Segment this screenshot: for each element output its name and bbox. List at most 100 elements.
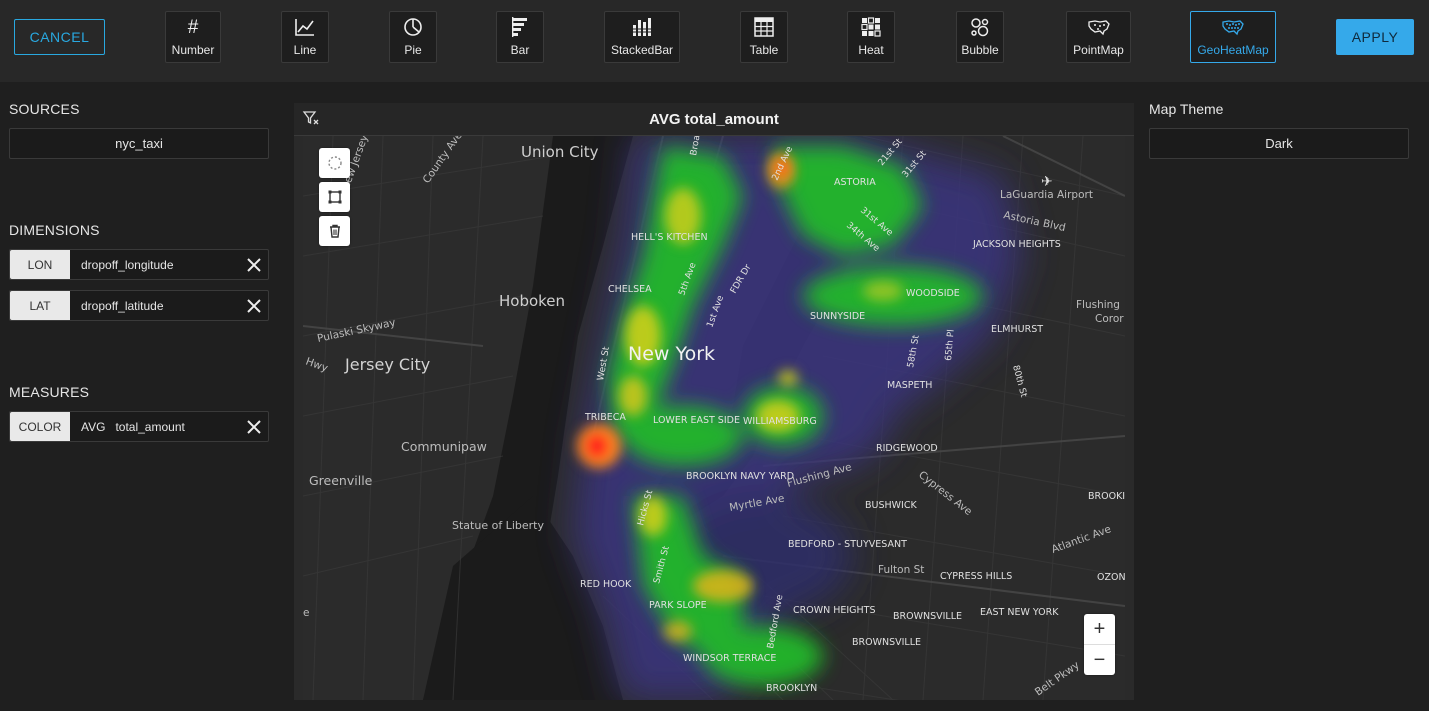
map-label: OZONE (1097, 572, 1125, 583)
polygon-icon (328, 190, 341, 204)
map-label: BROOKLYN NAVY YARD (686, 471, 794, 482)
chart-type-bar[interactable]: Bar (496, 11, 544, 63)
close-icon (247, 419, 261, 434)
chart-type-label: Bar (510, 43, 530, 57)
map-label: RED HOOK (580, 579, 632, 590)
dimension-pill-lon[interactable]: LON dropoff_longitude (9, 249, 269, 280)
map-label: ASTORIA (834, 177, 876, 188)
map-label: CHELSEA (608, 284, 652, 295)
lasso-circle-icon (327, 156, 342, 170)
map-label: ELMHURST (991, 324, 1043, 335)
chart-type-pointmap[interactable]: PointMap (1066, 11, 1131, 63)
svg-text:#: # (188, 17, 199, 37)
chart-type-label: Table (749, 43, 779, 57)
close-icon (247, 257, 261, 272)
map-label: BROWNSVILLE (852, 637, 921, 648)
map-label: e (303, 607, 309, 619)
delete-shape-button[interactable] (319, 216, 350, 246)
chart-type-label: StackedBar (610, 43, 674, 57)
table-icon (754, 17, 774, 37)
cancel-button[interactable]: CANCEL (14, 19, 105, 55)
map-label: LaGuardia Airport (1000, 189, 1093, 201)
chart-type-label: Line (293, 43, 317, 57)
dimension-tag: LAT (10, 291, 70, 320)
map-label: New York (628, 343, 715, 365)
dimension-field[interactable]: dropoff_latitude (70, 299, 240, 313)
heat-grid-icon (861, 17, 881, 37)
map-theme-label: Map Theme (1149, 101, 1224, 117)
us-map-icon (1087, 20, 1110, 36)
map-label: Flushing (1076, 299, 1120, 311)
measure-pill-color[interactable]: COLOR AVG total_amount (9, 411, 269, 442)
map-theme-select[interactable]: Dark (1149, 128, 1409, 159)
sources-title: SOURCES (9, 101, 80, 117)
map-label: BROOKI MANO (1088, 491, 1125, 502)
pie-chart-icon (404, 18, 422, 36)
trash-icon (329, 224, 340, 238)
map-label: Fulton St (878, 564, 924, 576)
airport-icon: ✈ (1041, 174, 1053, 190)
close-icon (247, 298, 261, 313)
stacked-bar-icon (633, 18, 651, 36)
map-label: Hoboken (499, 292, 565, 310)
chart-type-stackedbar[interactable]: StackedBar (604, 11, 680, 63)
map-label: SUNNYSIDE (810, 311, 865, 322)
chart-type-line[interactable]: Line (281, 11, 329, 63)
measures-title: MEASURES (9, 384, 90, 400)
bar-chart-icon (512, 17, 527, 37)
number-icon: # (188, 17, 199, 37)
map-label: Jersey City (344, 355, 430, 374)
map-label: WILLIAMSBURG (743, 416, 817, 427)
draw-circle-button[interactable] (319, 148, 350, 178)
map-label: BEDFORD - STUYVESANT (788, 539, 907, 550)
line-chart-icon (295, 19, 314, 36)
apply-button[interactable]: APPLY (1336, 19, 1414, 55)
map-label: HELL'S KITCHEN (631, 232, 708, 243)
measure-field[interactable]: AVG total_amount (70, 420, 240, 434)
chart-type-number[interactable]: # Number (165, 11, 221, 63)
chart-type-bubble[interactable]: Bubble (956, 11, 1004, 63)
map-label: Statue of Liberty (452, 519, 544, 532)
chart-type-label: PointMap (1073, 43, 1124, 57)
top-toolbar: CANCEL # Number Line Pie Bar StackedBar … (0, 0, 1429, 82)
us-map-heat-icon (1222, 20, 1244, 36)
bubble-icon (971, 18, 989, 37)
chart-type-label: Pie (404, 43, 422, 57)
map-label: EAST NEW YORK (980, 607, 1059, 618)
chart-type-geoheatmap[interactable]: GeoHeatMap (1190, 11, 1276, 63)
dimensions-title: DIMENSIONS (9, 222, 100, 238)
map-canvas[interactable]: Union City Hoboken Jersey City Communipa… (303, 136, 1125, 700)
map-label: JACKSON HEIGHTS (972, 239, 1061, 250)
chart-type-label: Number (171, 43, 215, 57)
chart-type-heat[interactable]: Heat (847, 11, 895, 63)
zoom-in-button[interactable]: + (1084, 614, 1115, 645)
map-label: Coror (1095, 313, 1124, 325)
map-label: WINDSOR TERRACE (683, 653, 776, 664)
chart-type-label: Heat (858, 43, 884, 57)
map-label: Greenville (309, 473, 373, 488)
source-selector[interactable]: nyc_taxi (9, 128, 269, 159)
map-label: WOODSIDE (906, 288, 960, 299)
map-label: Communipaw (401, 439, 487, 454)
map-label: TRIBECA (584, 412, 626, 423)
chart-header: AVG total_amount (294, 103, 1134, 136)
dimension-pill-lat[interactable]: LAT dropoff_latitude (9, 290, 269, 321)
draw-polygon-button[interactable] (319, 182, 350, 212)
map-label: PARK SLOPE (649, 600, 707, 611)
map-label: BROOKLYN (766, 683, 817, 694)
chart-title: AVG total_amount (649, 111, 779, 128)
zoom-controls: + − (1084, 614, 1115, 675)
map-label: LOWER EAST SIDE (653, 415, 740, 426)
chart-panel: AVG total_amount Union City Hoboken Jers… (294, 103, 1134, 700)
dimension-field[interactable]: dropoff_longitude (70, 258, 240, 272)
remove-measure-button[interactable] (240, 412, 268, 441)
map-label: BUSHWICK (865, 500, 917, 511)
zoom-out-button[interactable]: − (1084, 645, 1115, 675)
map-label: CYPRESS HILLS (940, 571, 1012, 582)
chart-type-table[interactable]: Table (740, 11, 788, 63)
remove-dimension-button[interactable] (240, 291, 268, 320)
geo-heat-map[interactable]: Union City Hoboken Jersey City Communipa… (303, 136, 1125, 700)
measure-tag: COLOR (10, 412, 70, 441)
remove-dimension-button[interactable] (240, 250, 268, 279)
chart-type-pie[interactable]: Pie (389, 11, 437, 63)
